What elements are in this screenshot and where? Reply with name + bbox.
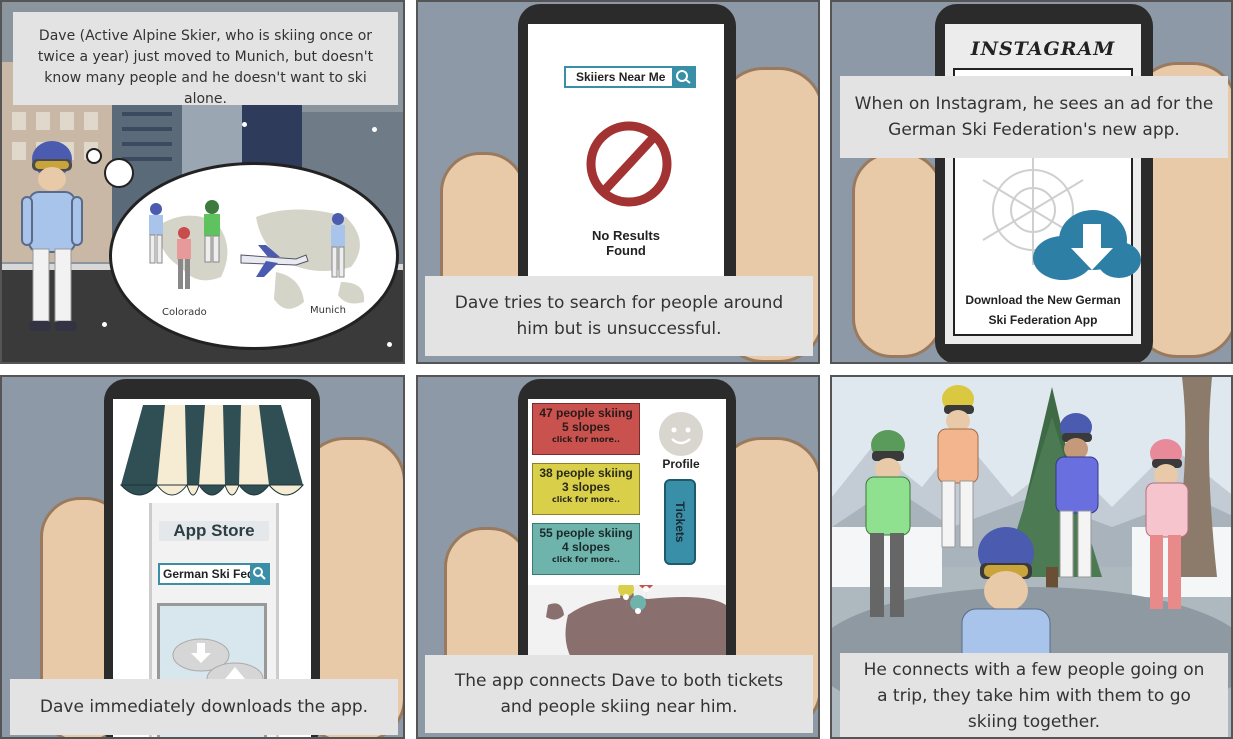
panel-1: Colorado Munich Dave (Active Alpine Skie… — [0, 0, 405, 364]
dave-skier-figure — [21, 141, 83, 331]
search-input[interactable]: Skiiers Near Me — [576, 70, 665, 84]
panel-1-caption: Dave (Active Alpine Skier, who is skiing… — [13, 12, 398, 107]
thought-bubble: Colorado Munich — [109, 162, 399, 350]
map-label-colorado: Colorado — [162, 307, 207, 318]
panel-4-caption: Dave immediately downloads the app. — [10, 679, 398, 735]
no-results-line-2: Found — [606, 243, 646, 258]
phone-device: INSTAGRAM Download the New German Ski Fe… — [935, 4, 1153, 362]
tickets-button[interactable]: Tickets — [664, 479, 696, 565]
snowflake — [372, 127, 377, 132]
profile-label[interactable]: Profile — [652, 457, 710, 471]
map-label-munich: Munich — [310, 305, 346, 316]
card-line-slopes: 4 slopes — [561, 540, 611, 554]
card-line-slopes: 3 slopes — [561, 480, 611, 494]
phone-device: 47 people skiing 5 slopes click for more… — [518, 379, 736, 689]
card-line-people: 38 people skiing — [539, 466, 633, 480]
card-line-more: click for more.. — [551, 495, 621, 504]
search-icon — [253, 567, 266, 580]
tickets-label: Tickets — [673, 501, 687, 543]
skiing-card-2[interactable]: 38 people skiing 3 slopes click for more… — [532, 463, 640, 515]
skiing-card-3[interactable]: 55 people skiing 4 slopes click for more… — [532, 523, 640, 575]
friends-skier-group — [865, 385, 1189, 677]
ad-text-line-1: Download the New German — [965, 293, 1121, 307]
panel-4: App Store German Ski Fed Dave immediatel… — [0, 375, 405, 739]
panel-3-caption: When on Instagram, he sees an ad for the… — [840, 76, 1228, 158]
card-line-more: click for more.. — [551, 435, 621, 444]
panel-2: Skiiers Near Me No Results Found Dave tr… — [416, 0, 820, 364]
card-line-people: 47 people skiing — [539, 406, 633, 420]
snowflake — [242, 122, 247, 127]
panel-2-caption: Dave tries to search for people around h… — [425, 276, 813, 356]
store-sign: App Store — [159, 521, 269, 541]
instagram-title: INSTAGRAM — [970, 38, 1116, 60]
phone-screen: 47 people skiing 5 slopes click for more… — [528, 399, 726, 689]
snowflake — [387, 342, 392, 347]
card-line-people: 55 people skiing — [539, 526, 633, 540]
phone-screen: INSTAGRAM Download the New German Ski Fe… — [945, 24, 1141, 344]
thought-bubble-dot-medium — [104, 158, 134, 188]
panel-6-caption: He connects with a few people going on a… — [840, 653, 1228, 737]
search-bar[interactable]: Skiiers Near Me — [564, 66, 696, 88]
ad-text-line-2: Ski Federation App — [988, 313, 1098, 327]
skiing-card-1[interactable]: 47 people skiing 5 slopes click for more… — [532, 403, 640, 455]
card-line-more: click for more.. — [551, 555, 621, 564]
panel-5-caption: The app connects Dave to both tickets an… — [425, 655, 813, 733]
cloud-download-icon — [1033, 210, 1141, 280]
store-awning-illustration — [119, 405, 305, 496]
store-search-button[interactable] — [250, 565, 268, 583]
search-icon — [676, 70, 691, 84]
ad-text: Download the New German Ski Federation A… — [955, 290, 1131, 330]
world-map-illustration — [149, 200, 365, 309]
hand-thumb-left — [852, 152, 943, 358]
store-search-bar[interactable]: German Ski Fed — [158, 563, 270, 585]
panel-3: INSTAGRAM Download the New German Ski Fe… — [830, 0, 1233, 364]
card-line-slopes: 5 slopes — [561, 420, 611, 434]
no-results-text: No Results Found — [528, 228, 724, 258]
no-entry-icon — [586, 121, 672, 207]
thought-bubble-dot-small — [86, 148, 102, 164]
panel-5: 47 people skiing 5 slopes click for more… — [416, 375, 820, 739]
search-button[interactable] — [672, 68, 694, 86]
no-results-line-1: No Results — [592, 228, 660, 243]
panel-6: He connects with a few people going on a… — [830, 375, 1233, 739]
profile-avatar-icon[interactable] — [658, 411, 704, 457]
store-search-input[interactable]: German Ski Fed — [163, 567, 254, 581]
